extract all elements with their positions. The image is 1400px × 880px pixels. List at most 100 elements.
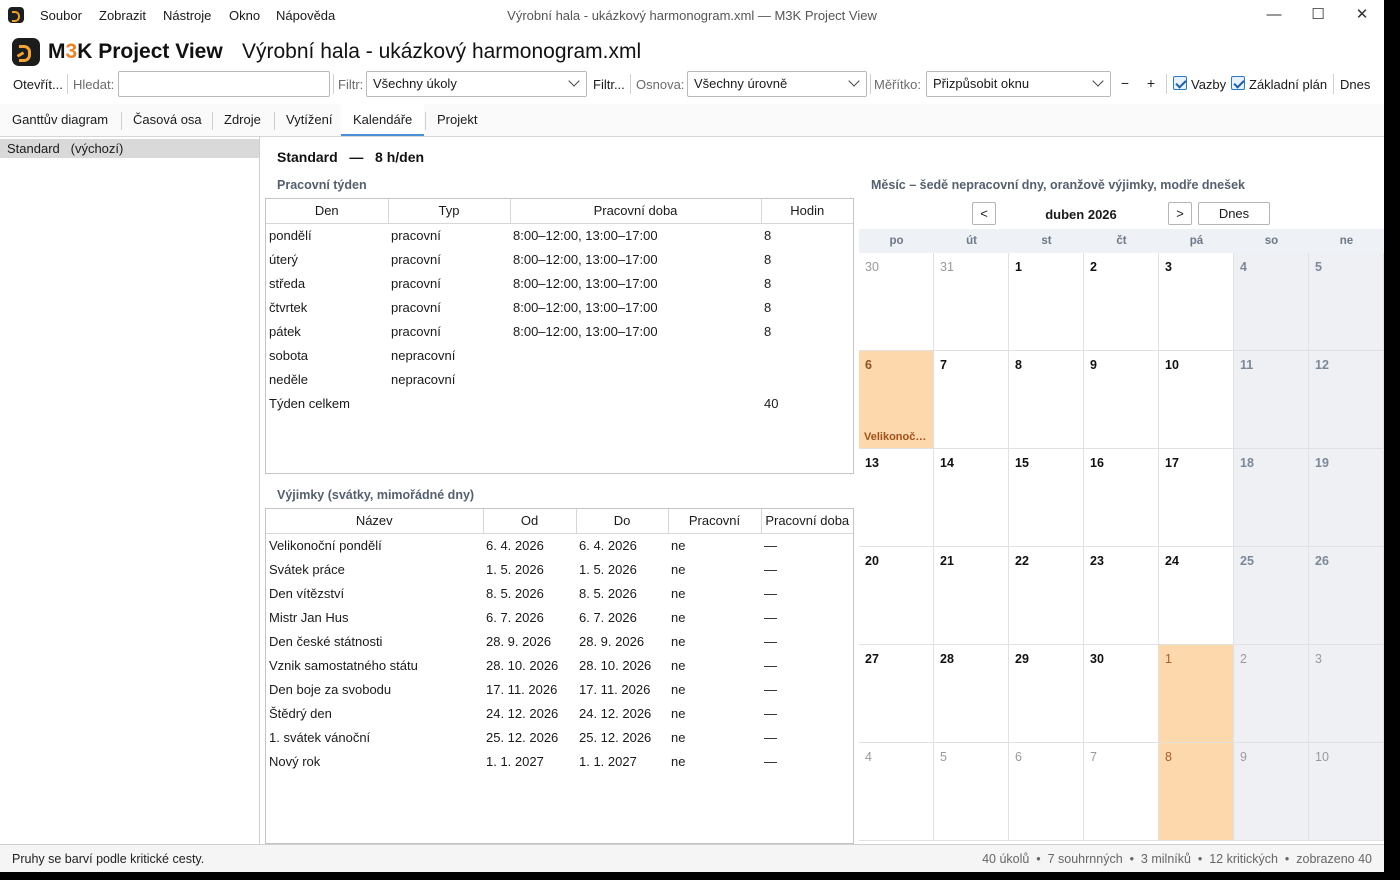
table-row[interactable]: Svátek práce 1. 5. 2026 1. 5. 2026 ne —	[266, 557, 853, 581]
prev-month-button[interactable]: <	[972, 202, 996, 225]
day-cell[interactable]: 9	[1234, 743, 1309, 841]
day-cell[interactable]: 18	[1234, 449, 1309, 547]
day-cell[interactable]: 25	[1234, 547, 1309, 645]
table-row[interactable]: Velikonoční pondělí 6. 4. 2026 6. 4. 2026 n…	[266, 533, 853, 557]
day-cell[interactable]: 17	[1159, 449, 1234, 547]
table-row[interactable]: neděle nepracovní	[266, 367, 853, 391]
day-cell[interactable]: 20	[859, 547, 934, 645]
open-button[interactable]: Otevřít...	[13, 77, 63, 92]
day-cell[interactable]: 11	[1234, 351, 1309, 449]
day-cell[interactable]: 16	[1084, 449, 1159, 547]
table-row[interactable]: pátek pracovní 8:00–12:00, 13:00–17:00 8	[266, 319, 853, 343]
table-row[interactable]: Týden celkem 40	[266, 391, 853, 415]
day-cell[interactable]: 9	[1084, 351, 1159, 449]
day-cell[interactable]: 7	[934, 351, 1009, 449]
menu-napoveda[interactable]: Nápověda	[276, 8, 335, 23]
column-header[interactable]: Hodin	[761, 199, 853, 224]
table-row[interactable]: čtvrtek pracovní 8:00–12:00, 13:00–17:00 8	[266, 295, 853, 319]
close-icon[interactable]: ✕	[1350, 4, 1374, 26]
table-row[interactable]: Vznik samostatného státu 28. 10. 2026 28. …	[266, 653, 853, 677]
search-input[interactable]	[118, 71, 330, 97]
day-cell[interactable]: 6 Velikonoční pondělí	[859, 351, 934, 449]
table-row[interactable]: Nový rok 1. 1. 2027 1. 1. 2027 ne —	[266, 749, 853, 773]
column-header[interactable]: Do	[576, 509, 669, 534]
day-cell[interactable]: 22	[1009, 547, 1084, 645]
day-cell[interactable]: 3	[1309, 645, 1384, 743]
day-cell[interactable]: 10	[1309, 743, 1384, 841]
day-cell[interactable]: 27	[859, 645, 934, 743]
day-cell[interactable]: 28	[934, 645, 1009, 743]
filter-more-button[interactable]: Filtr...	[593, 77, 625, 92]
column-header[interactable]: Pracovní doba	[510, 199, 762, 224]
day-cell[interactable]: 29	[1009, 645, 1084, 743]
filter-select[interactable]: Všechny úkoly	[366, 71, 587, 97]
day-cell[interactable]: 2	[1234, 645, 1309, 743]
column-header[interactable]: Pracovní doba	[761, 509, 853, 534]
day-cell[interactable]: 26	[1309, 547, 1384, 645]
links-label[interactable]: Vazby	[1191, 77, 1226, 92]
table-row[interactable]: sobota nepracovní	[266, 343, 853, 367]
column-header[interactable]: Název	[266, 509, 484, 534]
day-cell[interactable]: 15	[1009, 449, 1084, 547]
menu-soubor[interactable]: Soubor	[40, 8, 82, 23]
table-row[interactable]: Den české státnosti 28. 9. 2026 28. 9. 202…	[266, 629, 853, 653]
day-cell[interactable]: 23	[1084, 547, 1159, 645]
day-cell[interactable]: 1	[1009, 253, 1084, 351]
links-checkbox[interactable]	[1173, 76, 1187, 90]
day-cell[interactable]: 7	[1084, 743, 1159, 841]
column-header[interactable]: Typ	[388, 199, 511, 224]
tab-workload[interactable]: Vytížení	[274, 104, 344, 136]
table-row[interactable]: Den boje za svobodu 17. 11. 2026 17. 11. 2…	[266, 677, 853, 701]
table-row[interactable]: Štědrý den 24. 12. 2026 24. 12. 2026 ne —	[266, 701, 853, 725]
tab-gantt[interactable]: Ganttův diagram	[0, 104, 120, 136]
day-cell[interactable]: 13	[859, 449, 934, 547]
table-row[interactable]: Den vítězství 8. 5. 2026 8. 5. 2026 ne —	[266, 581, 853, 605]
outline-select[interactable]: Všechny úrovně	[687, 71, 867, 97]
day-cell[interactable]: 14	[934, 449, 1009, 547]
month-today-button[interactable]: Dnes	[1198, 202, 1270, 225]
day-cell[interactable]: 24	[1159, 547, 1234, 645]
day-cell[interactable]: 8	[1009, 351, 1084, 449]
day-cell[interactable]: 4	[859, 743, 934, 841]
column-header[interactable]: Den	[266, 199, 389, 224]
day-cell[interactable]: 8	[1159, 743, 1234, 841]
zoom-out-button[interactable]: −	[1116, 75, 1134, 91]
minimize-icon[interactable]: —	[1262, 4, 1286, 26]
day-cell[interactable]: 5	[1309, 253, 1384, 351]
menu-zobrazit[interactable]: Zobrazit	[99, 8, 146, 23]
table-row[interactable]: úterý pracovní 8:00–12:00, 13:00–17:00 8	[266, 247, 853, 271]
day-cell[interactable]: 2	[1084, 253, 1159, 351]
day-cell[interactable]: 4	[1234, 253, 1309, 351]
day-cell[interactable]: 6	[1009, 743, 1084, 841]
table-row[interactable]: středa pracovní 8:00–12:00, 13:00–17:00 8	[266, 271, 853, 295]
tab-resources[interactable]: Zdroje	[212, 104, 273, 136]
day-cell[interactable]: 30	[1084, 645, 1159, 743]
day-cell[interactable]: 12	[1309, 351, 1384, 449]
day-cell[interactable]: 19	[1309, 449, 1384, 547]
scale-select[interactable]: Přizpůsobit oknu	[926, 71, 1111, 97]
next-month-button[interactable]: >	[1168, 202, 1192, 225]
day-cell[interactable]: 3	[1159, 253, 1234, 351]
day-cell[interactable]: 10	[1159, 351, 1234, 449]
day-cell[interactable]: 1	[1159, 645, 1234, 743]
zoom-in-button[interactable]: +	[1142, 75, 1160, 91]
today-button[interactable]: Dnes	[1340, 77, 1370, 92]
menu-nastroje[interactable]: Nástroje	[163, 8, 211, 23]
calendar-list-item[interactable]: Standard (výchozí)	[0, 139, 259, 158]
day-cell[interactable]: 31	[934, 253, 1009, 351]
baseline-label[interactable]: Základní plán	[1249, 77, 1327, 92]
table-row[interactable]: Mistr Jan Hus 6. 7. 2026 6. 7. 2026 ne —	[266, 605, 853, 629]
maximize-icon[interactable]: ☐	[1306, 4, 1330, 26]
menu-okno[interactable]: Okno	[229, 8, 260, 23]
tab-timeline[interactable]: Časová osa	[121, 104, 214, 136]
column-header[interactable]: Od	[483, 509, 577, 534]
day-cell[interactable]: 5	[934, 743, 1009, 841]
tab-calendars[interactable]: Kalendáře	[341, 104, 425, 136]
baseline-checkbox[interactable]	[1231, 76, 1245, 90]
tab-project[interactable]: Projekt	[425, 104, 489, 136]
column-header[interactable]: Pracovní	[668, 509, 762, 534]
day-cell[interactable]: 21	[934, 547, 1009, 645]
day-cell[interactable]: 30	[859, 253, 934, 351]
table-row[interactable]: 1. svátek vánoční 25. 12. 2026 25. 12. 202…	[266, 725, 853, 749]
table-row[interactable]: pondělí pracovní 8:00–12:00, 13:00–17:00 8	[266, 223, 853, 247]
